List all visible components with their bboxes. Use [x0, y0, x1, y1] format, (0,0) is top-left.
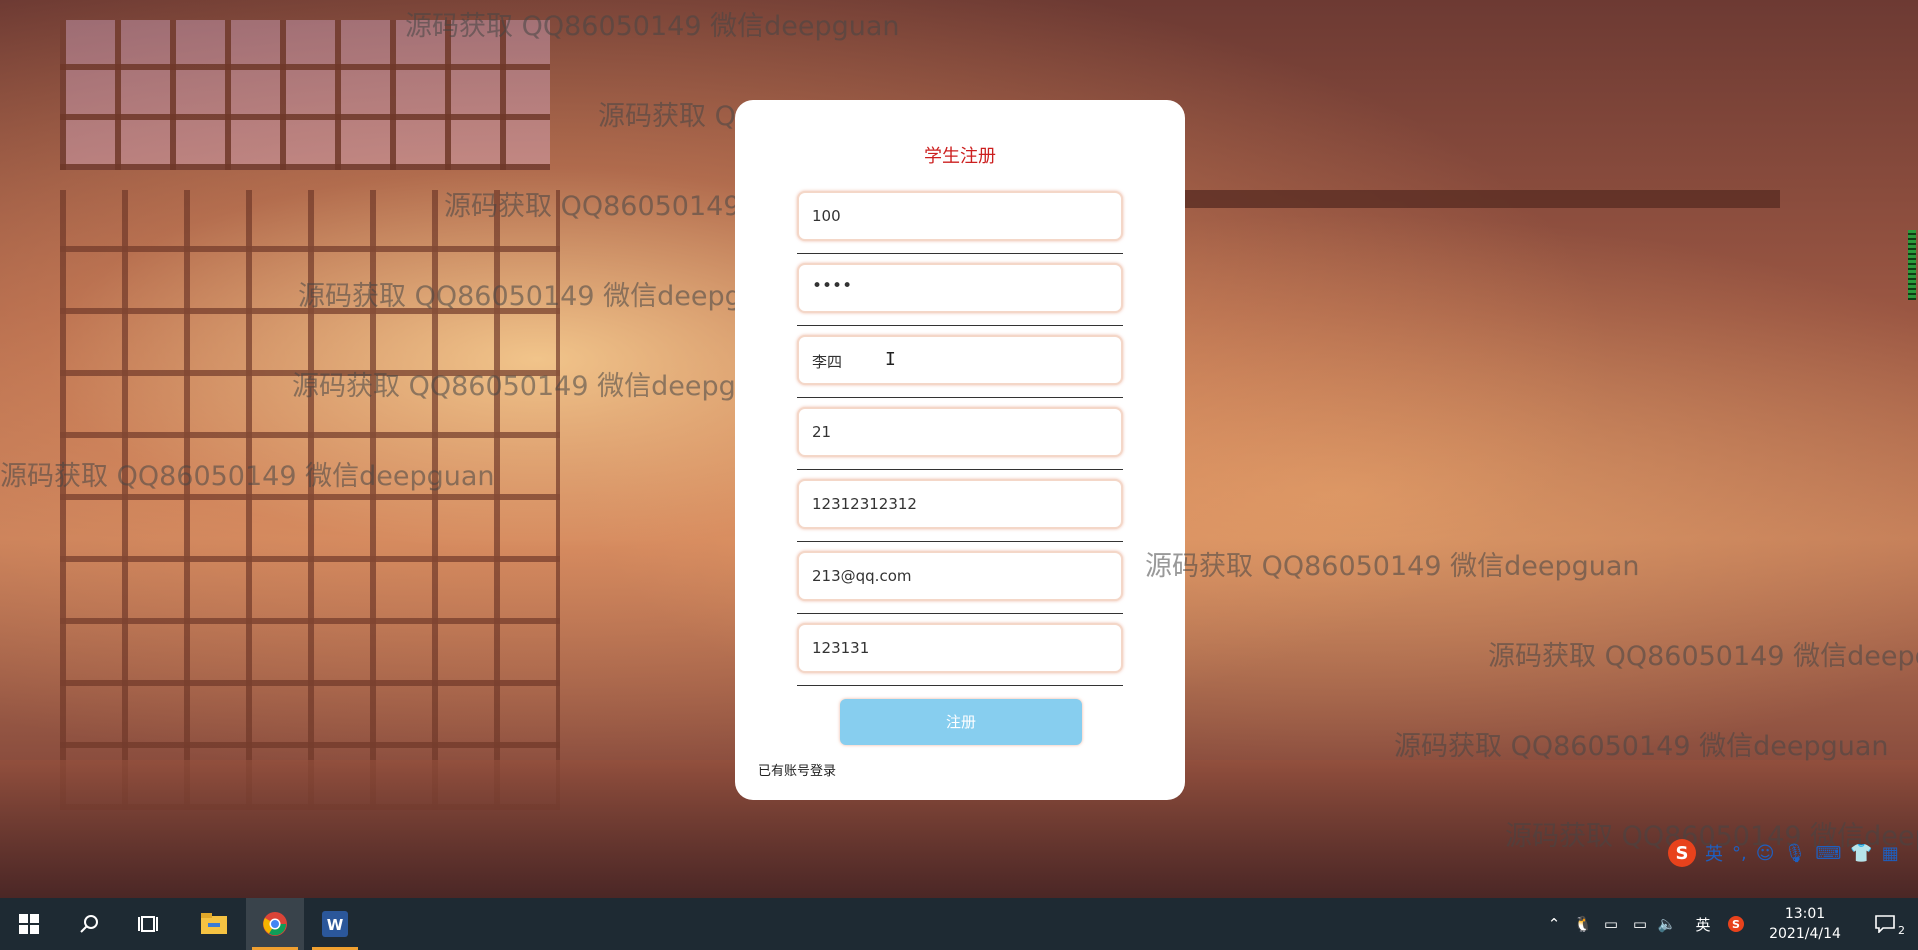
clock[interactable]: 13:01 2021/4/14 [1755, 904, 1855, 944]
phone-value: 12312312312 [812, 495, 917, 513]
chrome-icon[interactable] [246, 898, 304, 950]
search-icon[interactable] [60, 898, 118, 950]
form-title: 学生注册 [924, 146, 996, 167]
keyboard-icon[interactable]: ⌨ [1815, 843, 1841, 864]
word-icon[interactable]: W [306, 898, 364, 950]
username-value: 100 [812, 207, 841, 225]
emoji-icon[interactable]: ☺ [1756, 843, 1775, 864]
watermark: 源码获取 QQ86050149 微信deepguan [1394, 731, 1889, 762]
register-button[interactable]: 注册 [840, 699, 1082, 745]
scroll-indicator[interactable] [1908, 230, 1916, 300]
desktop-background: 源码获取 QQ86050149 微信deepguan 源码获取 QQ860501… [0, 0, 1918, 898]
microphone-icon[interactable]: 🎙 [1784, 843, 1807, 864]
punctuation-icon[interactable]: °, [1732, 843, 1747, 864]
register-card: 学生注册 100 •••• 李四 I 21 12312312312 213@qq… [735, 100, 1185, 800]
volume-mute-icon[interactable]: 🔈 [1656, 898, 1678, 950]
svg-text:S: S [1732, 918, 1740, 931]
extra-input[interactable]: 123131 [797, 623, 1123, 673]
sogou-logo-icon[interactable]: S [1668, 839, 1696, 867]
email-input[interactable]: 213@qq.com [797, 551, 1123, 601]
field-row: 李四 I [797, 335, 1123, 398]
field-row: 12312312312 [797, 479, 1123, 542]
password-input[interactable]: •••• [797, 263, 1123, 313]
login-link[interactable]: 已有账号登录 [758, 760, 836, 779]
windows-start-icon[interactable] [0, 898, 58, 950]
clock-date: 2021/4/14 [1769, 926, 1841, 942]
phone-input[interactable]: 12312312312 [797, 479, 1123, 529]
name-input[interactable]: 李四 I [797, 335, 1123, 385]
shirt-icon[interactable]: 👕 [1850, 843, 1872, 864]
password-value: •••• [812, 276, 853, 296]
file-explorer-icon[interactable] [185, 898, 243, 950]
network-icon[interactable]: ▭ [1627, 898, 1653, 950]
background-shelf [1180, 190, 1780, 208]
email-value: 213@qq.com [812, 567, 912, 585]
watermark: 源码获取 QQ86050149 微信deepguan [405, 11, 900, 42]
field-row: 213@qq.com [797, 551, 1123, 614]
name-value: 李四 [812, 353, 843, 371]
taskbar: W ⌃ 🐧 ▭ ▭ 🔈 英 S 13:01 2021/4/14 2 [0, 898, 1918, 950]
field-row: 21 [797, 407, 1123, 470]
field-row: •••• [797, 263, 1123, 326]
text-cursor-icon: I [885, 349, 896, 370]
field-row: 123131 [797, 623, 1123, 686]
extra-value: 123131 [812, 639, 870, 657]
watermark: 源码获取 QQ86050149 微信deepguan [298, 281, 793, 312]
battery-icon[interactable]: ▭ [1598, 898, 1624, 950]
age-value: 21 [812, 423, 832, 441]
ime-toolbar: S 英 °, ☺ 🎙 ⌨ 👕 ▦ [1668, 835, 1918, 871]
watermark: 源码获取 QQ86050149 微信deepguan [1488, 641, 1918, 672]
watermark: 源码获取 QQ86050149 微信deepguan [0, 461, 495, 492]
ime-language-toggle[interactable]: 英 [1705, 840, 1723, 866]
task-view-icon[interactable] [120, 898, 178, 950]
username-input[interactable]: 100 [797, 191, 1123, 241]
age-input[interactable]: 21 [797, 407, 1123, 457]
notification-icon[interactable] [1872, 898, 1898, 950]
input-language[interactable]: 英 [1690, 898, 1716, 950]
watermark: 源码获取 QQ86050149 微信deepguan [292, 371, 787, 402]
chevron-up-icon[interactable]: ⌃ [1543, 898, 1565, 950]
toolbox-icon[interactable]: ▦ [1882, 843, 1899, 864]
notification-count: 2 [1898, 924, 1905, 937]
svg-text:W: W [327, 916, 344, 934]
sogou-tray-icon[interactable]: S [1724, 898, 1748, 950]
watermark: 源码获取 QQ86050149 微信deepguan [1145, 551, 1640, 582]
clock-time: 13:01 [1784, 906, 1826, 922]
qq-tray-icon[interactable]: 🐧 [1572, 898, 1594, 950]
field-row: 100 [797, 191, 1123, 254]
